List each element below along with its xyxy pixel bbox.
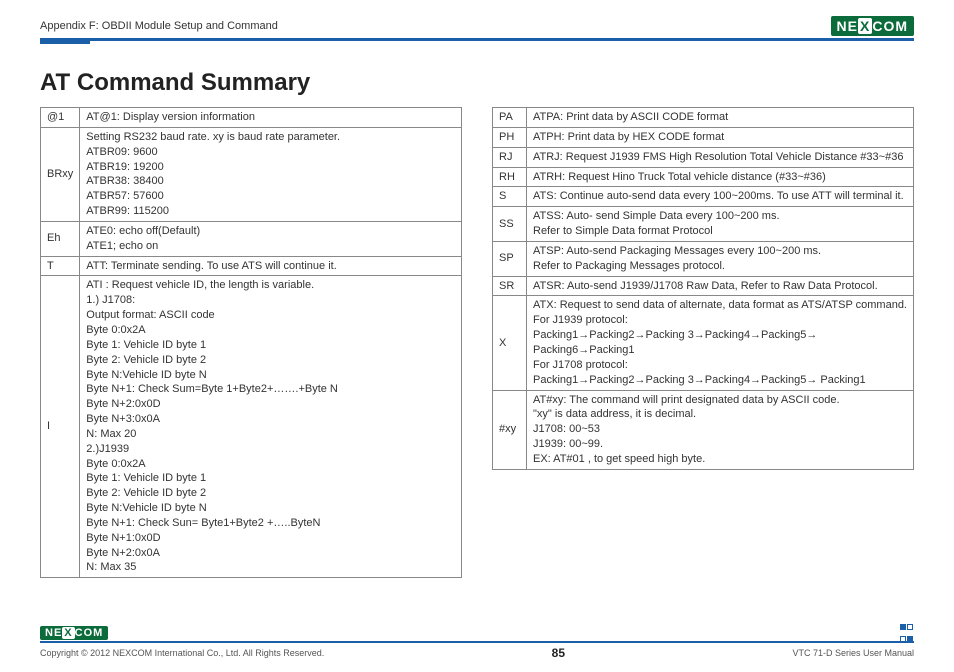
content-columns: @1AT@1: Display version informationBRxyS… [40,107,914,578]
command-description: Setting RS232 baud rate. xy is baud rate… [80,127,462,221]
nexcom-logo-footer: NEXCOM [40,627,914,639]
footer-rule [40,641,914,643]
breadcrumb: Appendix F: OBDII Module Setup and Comma… [40,20,278,32]
page-number: 85 [552,646,565,660]
command-description: ATSS: Auto- send Simple Data every 100~2… [527,207,914,242]
table-row: IATI : Request vehicle ID, the length is… [41,276,462,578]
table-row: PAATPA: Print data by ASCII CODE format [493,108,914,128]
copyright-text: Copyright © 2012 NEXCOM International Co… [40,648,324,658]
command-code: #xy [493,390,527,469]
command-code: SS [493,207,527,242]
nexcom-logo: NEXCOM [831,18,914,34]
command-description: AT@1: Display version information [80,108,462,128]
table-row: SRATSR: Auto-send J1939/J1708 Raw Data, … [493,276,914,296]
command-code: PH [493,127,527,147]
command-description: ATI : Request vehicle ID, the length is … [80,276,462,578]
corner-flag-icon [900,621,914,629]
command-code: I [41,276,80,578]
command-description: ATRH: Request Hino Truck Total vehicle d… [527,167,914,187]
command-description: ATPH: Print data by HEX CODE format [527,127,914,147]
command-code: SP [493,241,527,276]
table-row: SSATSS: Auto- send Simple Data every 100… [493,207,914,242]
command-description: ATSP: Auto-send Packaging Messages every… [527,241,914,276]
command-code: RJ [493,147,527,167]
command-table-right: PAATPA: Print data by ASCII CODE formatP… [492,107,914,470]
command-code: Eh [41,221,80,256]
command-code: PA [493,108,527,128]
command-description: AT#xy: The command will print designated… [527,390,914,469]
table-row: PHATPH: Print data by HEX CODE format [493,127,914,147]
command-description: ATT: Terminate sending. To use ATS will … [80,256,462,276]
command-table-left: @1AT@1: Display version informationBRxyS… [40,107,462,578]
left-column: @1AT@1: Display version informationBRxyS… [40,107,462,578]
table-row: #xyAT#xy: The command will print designa… [493,390,914,469]
command-code: T [41,256,80,276]
command-code: RH [493,167,527,187]
table-row: RJATRJ: Request J1939 FMS High Resolutio… [493,147,914,167]
command-description: ATX: Request to send data of alternate, … [527,296,914,390]
command-description: ATPA: Print data by ASCII CODE format [527,108,914,128]
header-rule [40,38,914,41]
page-title: AT Command Summary [40,69,914,97]
command-code: SR [493,276,527,296]
command-description: ATS: Continue auto-send data every 100~2… [527,187,914,207]
command-code: @1 [41,108,80,128]
table-row: SATS: Continue auto-send data every 100~… [493,187,914,207]
command-code: S [493,187,527,207]
page-footer: NEXCOM Copyright © 2012 NEXCOM Internati… [40,627,914,660]
table-row: XATX: Request to send data of alternate,… [493,296,914,390]
table-row: EhATE0: echo off(Default) ATE1; echo on [41,221,462,256]
command-description: ATRJ: Request J1939 FMS High Resolution … [527,147,914,167]
command-code: BRxy [41,127,80,221]
table-row: TATT: Terminate sending. To use ATS will… [41,256,462,276]
table-row: SPATSP: Auto-send Packaging Messages eve… [493,241,914,276]
command-description: ATSR: Auto-send J1939/J1708 Raw Data, Re… [527,276,914,296]
page-header: Appendix F: OBDII Module Setup and Comma… [40,18,914,34]
right-column: PAATPA: Print data by ASCII CODE formatP… [492,107,914,578]
table-row: RHATRH: Request Hino Truck Total vehicle… [493,167,914,187]
manual-name: VTC 71-D Series User Manual [792,648,914,658]
table-row: BRxySetting RS232 baud rate. xy is baud … [41,127,462,221]
command-code: X [493,296,527,390]
command-description: ATE0: echo off(Default) ATE1; echo on [80,221,462,256]
table-row: @1AT@1: Display version information [41,108,462,128]
